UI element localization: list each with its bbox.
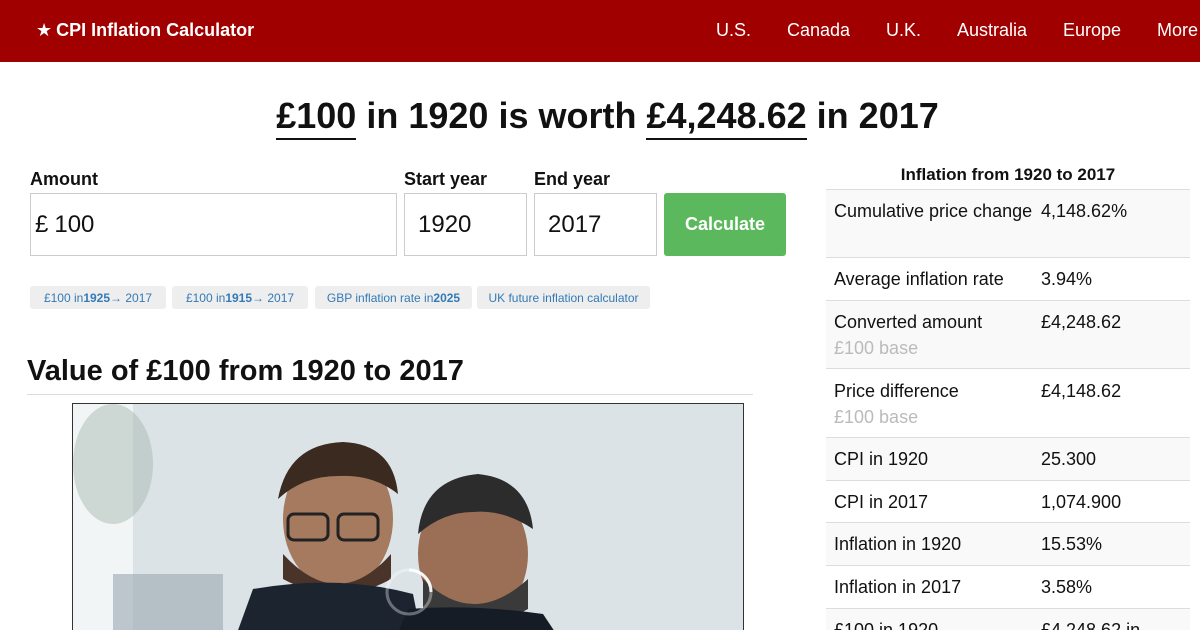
amount-label: Amount: [30, 169, 98, 189]
amount-input[interactable]: £ 100: [30, 193, 397, 256]
chip-1915-post: → 2017: [252, 290, 295, 305]
chip-1925-year: 1925: [83, 290, 111, 305]
stats-value: £4,248.62: [1041, 312, 1122, 332]
end-year-value: 2017: [548, 210, 602, 238]
chip-gbp-rate-2025[interactable]: GBP inflation rate in 2025: [315, 286, 472, 309]
start-year-label: Start year: [404, 169, 488, 189]
end-year-label: End year: [534, 169, 611, 189]
stats-row: Cumulative price change 4,148.62%: [826, 189, 1190, 257]
stats-title: Inflation from 1920 to 2017: [900, 165, 1116, 184]
headline-start-year: 1920: [408, 95, 489, 136]
stats-key: Inflation in 2017: [834, 577, 962, 597]
headline-end-year: 2017: [858, 95, 939, 136]
stats-key-label: Price difference: [834, 381, 959, 401]
nav-canada[interactable]: Canada: [787, 20, 850, 41]
stats-key: Cumulative price change: [834, 201, 1033, 221]
start-year-value: 1920: [418, 210, 472, 238]
page-headline: £100 in 1920 is worth £4,248.62 in 2017: [0, 95, 1200, 140]
main-nav: U.S. Canada U.K. Australia Europe More: [0, 20, 1200, 44]
currency-symbol: £: [35, 210, 49, 238]
section-divider: [27, 394, 753, 395]
stats-value: 3.94%: [1041, 269, 1093, 289]
stats-row: Average inflation rate 3.94%: [826, 257, 1190, 300]
chip-1915-pre: £100 in: [185, 290, 226, 305]
stats-key: CPI in 2017: [834, 492, 929, 512]
stats-key-label: Converted amount: [834, 312, 983, 332]
stats-value: 4,148.62%: [1041, 201, 1128, 221]
chip-1925[interactable]: £100 in 1925 → 2017: [30, 286, 166, 309]
stats-key: Average inflation rate: [834, 269, 1004, 289]
stats-value: 3.58%: [1041, 577, 1093, 597]
stats-key: Inflation in 1920: [834, 534, 962, 554]
stats-key: Price difference £100 base: [834, 378, 1034, 430]
stats-value: £4,148.62: [1041, 381, 1122, 401]
chip-gbp-pre: GBP inflation rate in: [326, 290, 434, 305]
headline-result: £4,248.62: [646, 95, 807, 140]
business-people-image: [73, 404, 743, 630]
calculate-button[interactable]: Calculate: [664, 193, 786, 256]
stats-key: Converted amount £100 base: [834, 309, 1034, 361]
stats-row: £100 in 1920 £4,248.62 in: [826, 608, 1190, 630]
section-title: Value of £100 from 1920 to 2017: [27, 355, 464, 387]
stats-key-sub: £100 base: [834, 407, 919, 427]
stats-row: Inflation in 1920 15.53%: [826, 522, 1190, 565]
nav-europe[interactable]: Europe: [1063, 20, 1121, 41]
chip-1915[interactable]: £100 in 1915 → 2017: [172, 286, 308, 309]
top-navbar: ★ CPI Inflation Calculator U.S. Canada U.…: [0, 0, 1200, 62]
headline-in: in: [366, 95, 399, 136]
stats-value: £4,248.62 in: [1041, 620, 1141, 630]
chip-future-text: UK future inflation calculator: [488, 290, 639, 305]
headline-in-2: in: [816, 95, 849, 136]
chip-1915-year: 1915: [225, 290, 253, 305]
end-year-input[interactable]: 2017: [534, 193, 657, 256]
chip-1925-post: → 2017: [110, 290, 153, 305]
stats-row: Converted amount £100 base £4,248.62: [826, 300, 1190, 368]
stats-value: 1,074.900: [1041, 492, 1122, 512]
amount-value: 100: [54, 210, 95, 238]
stats-row: Price difference £100 base £4,148.62: [826, 368, 1190, 437]
headline-amount: £100: [276, 95, 357, 140]
chip-gbp-year: 2025: [433, 290, 461, 305]
stats-key-sub: £100 base: [834, 338, 919, 358]
nav-uk[interactable]: U.K.: [886, 20, 921, 41]
stats-value: 15.53%: [1041, 534, 1103, 554]
chip-uk-future-calculator[interactable]: UK future inflation calculator: [477, 286, 650, 309]
stats-row: CPI in 2017 1,074.900: [826, 480, 1190, 522]
stats-key: £100 in 1920: [834, 620, 939, 630]
stats-row: Inflation in 2017 3.58%: [826, 565, 1190, 608]
chip-1925-pre: £100 in: [43, 290, 84, 305]
video-player[interactable]: [72, 403, 744, 630]
nav-us[interactable]: U.S.: [716, 20, 751, 41]
start-year-input[interactable]: 1920: [404, 193, 527, 256]
headline-is-worth: is worth: [498, 95, 637, 136]
stats-key: CPI in 1920: [834, 449, 929, 469]
stats-row: CPI in 1920 25.300: [826, 437, 1190, 480]
nav-more[interactable]: More: [1157, 20, 1198, 41]
nav-australia[interactable]: Australia: [957, 20, 1027, 41]
stats-value: 25.300: [1041, 449, 1097, 469]
